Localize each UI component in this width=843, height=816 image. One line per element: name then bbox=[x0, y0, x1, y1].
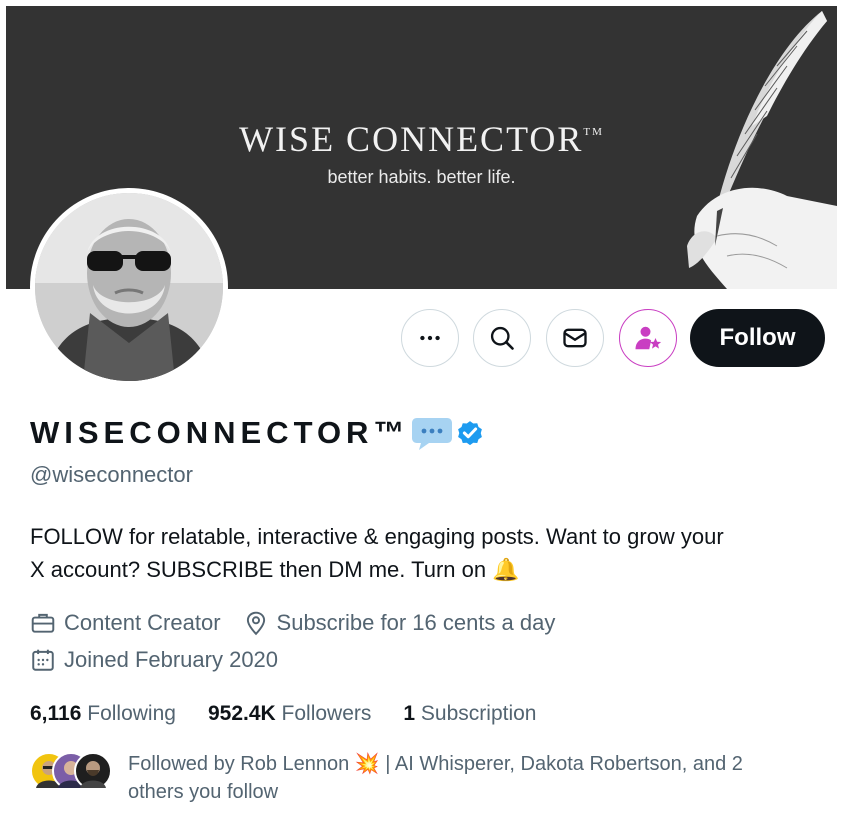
profile-name-row: WISECONNECTOR™ bbox=[30, 414, 485, 452]
location-pin-icon bbox=[246, 611, 265, 636]
calendar-icon bbox=[32, 649, 54, 671]
subscribe-icon bbox=[635, 326, 662, 350]
display-name: WISECONNECTOR™ bbox=[30, 415, 410, 450]
followed-by[interactable]: Followed by Rob Lennon 💥 | AI Whisperer,… bbox=[30, 750, 743, 803]
location-label: Subscribe for 16 cents a day bbox=[276, 610, 556, 635]
profile-meta-joined: Joined February 2020 bbox=[30, 647, 300, 673]
mail-icon bbox=[563, 328, 587, 348]
avatar bbox=[74, 752, 112, 790]
profile-meta: Content Creator Subscribe for 16 cents a… bbox=[30, 610, 577, 636]
briefcase-icon bbox=[31, 613, 55, 633]
subscriptions-link[interactable]: 1 Subscription bbox=[403, 702, 536, 726]
profile-handle: @wiseconnector bbox=[30, 462, 193, 487]
category-label: Content Creator bbox=[64, 610, 221, 635]
bell-emoji: 🔔 bbox=[492, 557, 520, 582]
bio-line: X account? SUBSCRIBE then DM me. Turn on… bbox=[30, 557, 520, 582]
profile-bio: FOLLOW for relatable, interactive & enga… bbox=[30, 520, 830, 586]
verified-badge-icon[interactable] bbox=[455, 418, 485, 448]
joined-item: Joined February 2020 bbox=[30, 647, 278, 673]
location-item: Subscribe for 16 cents a day bbox=[243, 610, 556, 636]
more-button[interactable] bbox=[401, 309, 459, 367]
profile-actions: Follow bbox=[0, 309, 843, 369]
bio-line: FOLLOW for relatable, interactive & enga… bbox=[30, 524, 724, 549]
category-item: Content Creator bbox=[30, 610, 221, 636]
subscribe-button[interactable] bbox=[619, 309, 677, 367]
joined-label: Joined February 2020 bbox=[64, 647, 279, 672]
search-button[interactable] bbox=[473, 309, 531, 367]
speech-bubble-icon bbox=[412, 418, 453, 450]
message-button[interactable] bbox=[546, 309, 604, 367]
following-link[interactable]: 6,116 Following bbox=[30, 702, 176, 726]
more-icon bbox=[420, 335, 440, 341]
follower-avatars bbox=[30, 750, 112, 790]
profile-stats: 6,116 Following 952.4K Followers 1 Subsc… bbox=[30, 702, 568, 726]
followers-link[interactable]: 952.4K Followers bbox=[208, 702, 371, 726]
quill-illustration bbox=[687, 11, 837, 289]
follow-button[interactable]: Follow bbox=[690, 309, 825, 367]
search-icon bbox=[490, 326, 514, 350]
followed-by-text[interactable]: Followed by Rob Lennon 💥 | AI Whisperer,… bbox=[128, 750, 828, 806]
